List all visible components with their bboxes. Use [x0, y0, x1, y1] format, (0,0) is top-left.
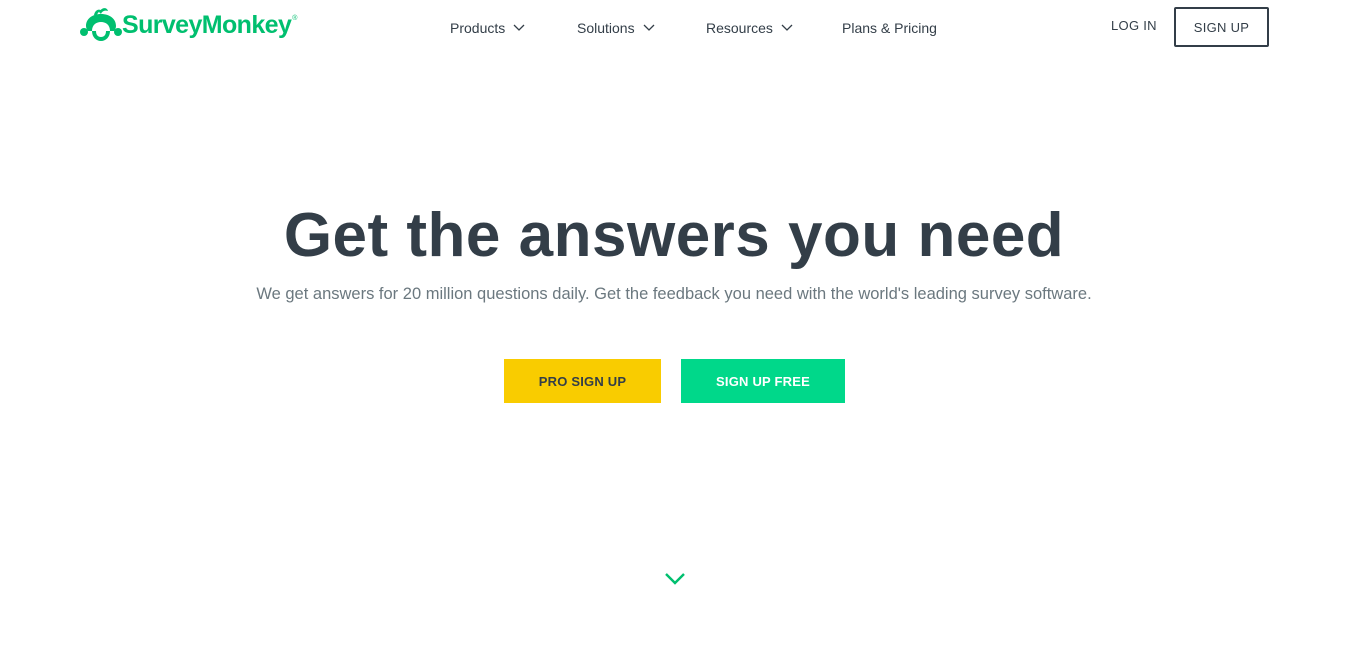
site-header: SurveyMonkey ® Products Solutions Resour… — [0, 0, 1348, 56]
nav-solutions[interactable]: Solutions — [577, 18, 655, 38]
surveymonkey-logo[interactable]: SurveyMonkey ® — [80, 6, 297, 44]
chevron-down-icon — [513, 24, 525, 31]
nav-resources[interactable]: Resources — [706, 18, 793, 38]
nav-products-label: Products — [450, 20, 506, 36]
signup-free-button[interactable]: SIGN UP FREE — [681, 359, 845, 403]
chevron-down-icon — [781, 24, 793, 31]
hero-title: Get the answers you need — [283, 201, 1065, 270]
chevron-down-icon — [643, 24, 655, 31]
nav-products[interactable]: Products — [450, 18, 525, 38]
header-signup-button[interactable]: SIGN UP — [1174, 7, 1269, 47]
registered-mark: ® — [292, 15, 298, 22]
nav-plans-pricing[interactable]: Plans & Pricing — [842, 18, 937, 38]
nav-plans-pricing-label: Plans & Pricing — [842, 20, 937, 36]
brand-name: SurveyMonkey — [122, 10, 292, 39]
chevron-down-icon[interactable] — [663, 571, 687, 587]
login-link[interactable]: LOG IN — [1111, 18, 1157, 33]
nav-resources-label: Resources — [706, 20, 773, 36]
hero-subtitle: We get answers for 20 million questions … — [256, 285, 1092, 303]
nav-solutions-label: Solutions — [577, 20, 635, 36]
monkey-logo-icon — [80, 8, 122, 41]
pro-signup-button[interactable]: PRO SIGN UP — [504, 359, 661, 403]
